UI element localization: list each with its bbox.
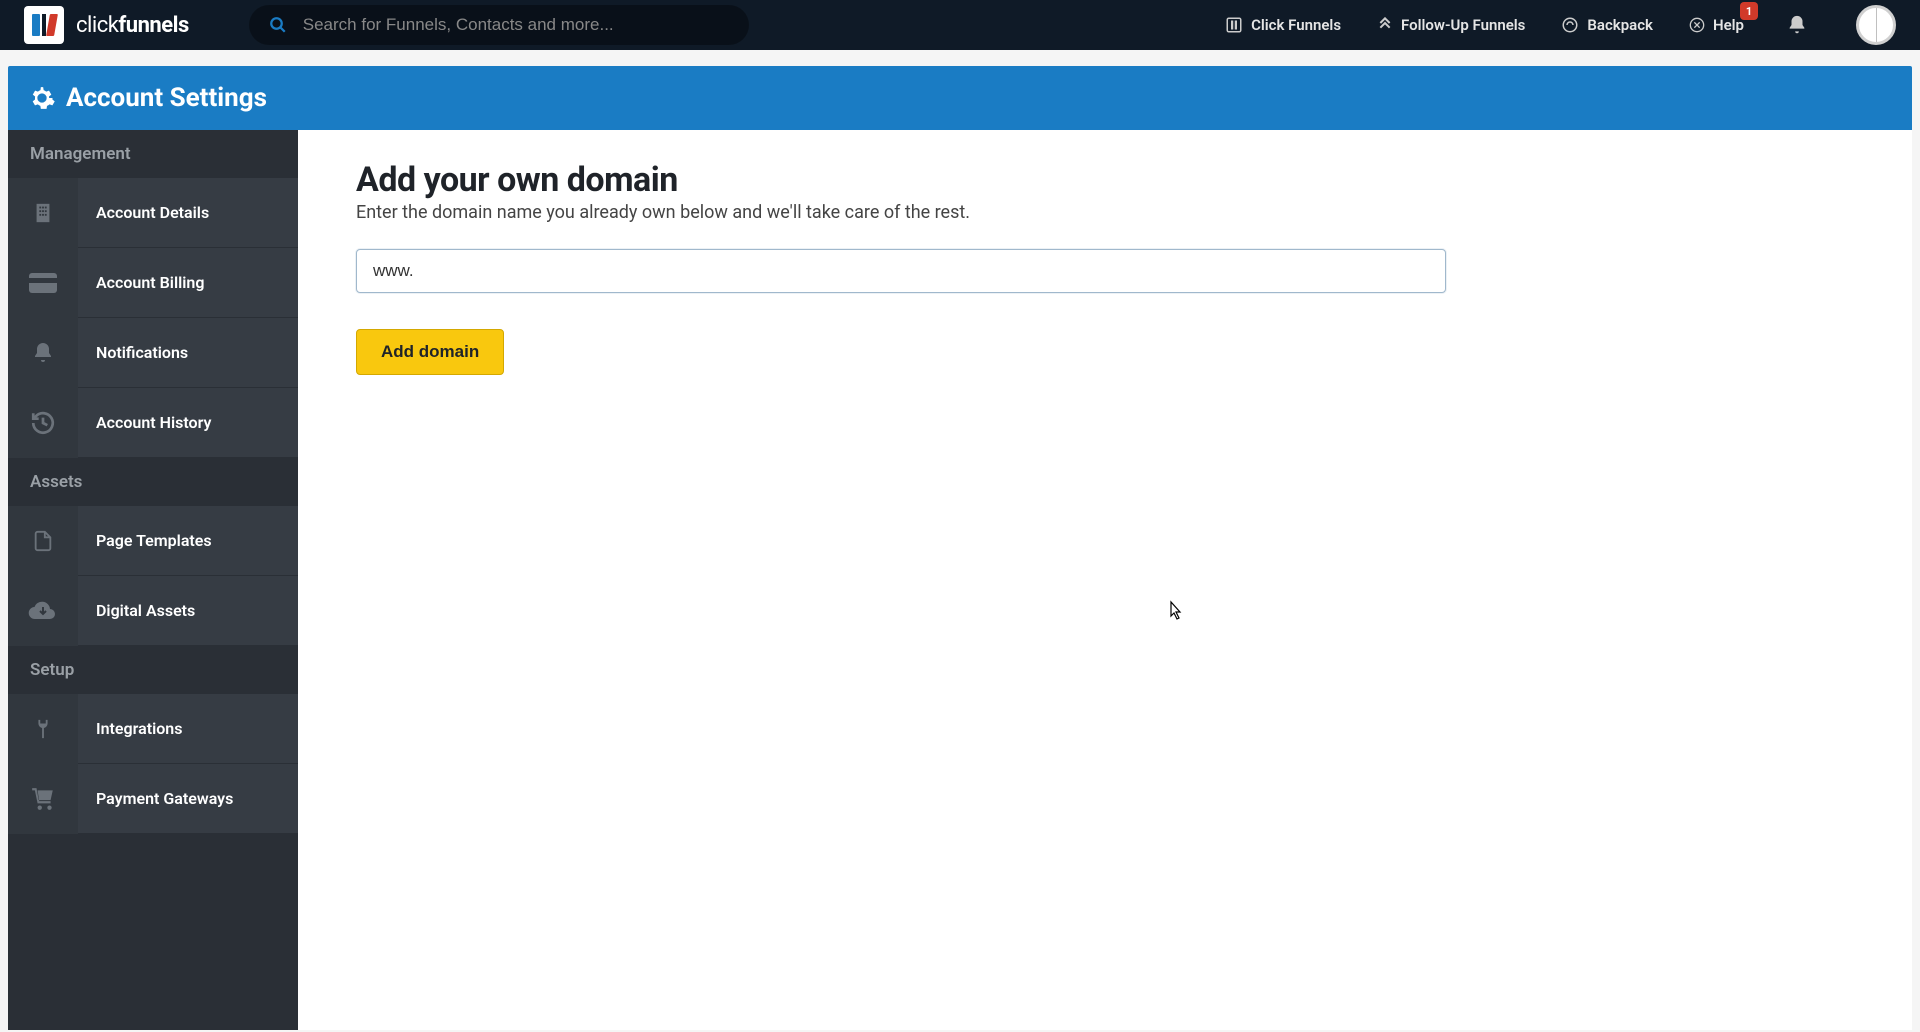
- sidebar-section-assets: Assets: [8, 458, 298, 506]
- search-input[interactable]: [303, 15, 729, 35]
- page-wrapper: Account Settings Management Account Deta…: [8, 66, 1912, 1030]
- page-title: Account Settings: [66, 83, 267, 113]
- sidebar-item-label: Digital Assets: [78, 601, 195, 620]
- sidebar-item-page-templates[interactable]: Page Templates: [8, 506, 298, 576]
- search-icon: [269, 16, 287, 34]
- funnel-icon: [1225, 16, 1243, 34]
- main-heading: Add your own domain: [356, 160, 1854, 200]
- settings-gears-icon: [28, 84, 56, 112]
- backpack-icon: [1561, 16, 1579, 34]
- credit-card-icon: [8, 248, 78, 318]
- brand-name[interactable]: clickfunnels: [76, 13, 189, 38]
- page-header: Account Settings: [8, 66, 1912, 130]
- cart-icon: [8, 764, 78, 834]
- sidebar-item-label: Notifications: [78, 343, 188, 362]
- nav-label: Click Funnels: [1251, 16, 1341, 34]
- help-badge: 1: [1740, 2, 1758, 20]
- add-domain-button[interactable]: Add domain: [356, 329, 504, 375]
- nav-label: Backpack: [1587, 16, 1653, 34]
- top-nav: clickfunnels Click Funnels Follow-Up Fun…: [0, 0, 1920, 50]
- building-icon: [8, 178, 78, 248]
- sidebar-item-notifications[interactable]: Notifications: [8, 318, 298, 388]
- sidebar-section-management: Management: [8, 130, 298, 178]
- sidebar-section-setup: Setup: [8, 646, 298, 694]
- sidebar-item-digital-assets[interactable]: Digital Assets: [8, 576, 298, 646]
- nav-label: Follow-Up Funnels: [1401, 16, 1525, 34]
- notifications-bell[interactable]: [1786, 14, 1808, 36]
- cloud-download-icon: [8, 576, 78, 646]
- content-area: Management Account Details Account Billi…: [8, 130, 1912, 1030]
- main-subtitle: Enter the domain name you already own be…: [356, 202, 1854, 223]
- nav-follow-up[interactable]: Follow-Up Funnels: [1377, 16, 1525, 34]
- sidebar-item-account-history[interactable]: Account History: [8, 388, 298, 458]
- plug-icon: [8, 694, 78, 764]
- sidebar-item-label: Integrations: [78, 719, 182, 738]
- bell-icon: [1786, 14, 1808, 36]
- sidebar-item-label: Account Billing: [78, 273, 204, 292]
- sidebar-item-label: Account History: [78, 413, 211, 432]
- sidebar-item-label: Account Details: [78, 203, 209, 222]
- history-icon: [8, 388, 78, 458]
- nav-help[interactable]: Help 1: [1689, 16, 1744, 34]
- bell-icon: [8, 318, 78, 388]
- sidebar-item-payment-gateways[interactable]: Payment Gateways: [8, 764, 298, 834]
- sidebar-item-integrations[interactable]: Integrations: [8, 694, 298, 764]
- main-content: Add your own domain Enter the domain nam…: [298, 130, 1912, 1030]
- brand-logo[interactable]: [24, 6, 64, 44]
- sidebar-item-account-details[interactable]: Account Details: [8, 178, 298, 248]
- domain-input[interactable]: [356, 249, 1446, 293]
- chevron-up-double-icon: [1377, 17, 1393, 33]
- sidebar-item-account-billing[interactable]: Account Billing: [8, 248, 298, 318]
- file-icon: [8, 506, 78, 576]
- user-avatar[interactable]: [1856, 5, 1896, 45]
- help-icon: [1689, 17, 1705, 33]
- search-bar[interactable]: [249, 5, 749, 45]
- sidebar-item-label: Payment Gateways: [78, 789, 233, 808]
- nav-backpack[interactable]: Backpack: [1561, 16, 1653, 34]
- sidebar-item-label: Page Templates: [78, 531, 212, 550]
- nav-label: Help: [1713, 16, 1744, 34]
- sidebar: Management Account Details Account Billi…: [8, 130, 298, 1030]
- nav-click-funnels[interactable]: Click Funnels: [1225, 16, 1341, 34]
